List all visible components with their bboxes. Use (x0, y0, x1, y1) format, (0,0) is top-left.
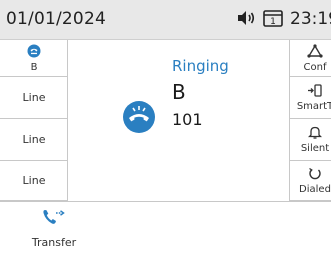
voicemail-icon: 1 (263, 9, 283, 31)
soft-key-column: Conf SmartT Silent Dialed (289, 40, 331, 201)
status-bar: 01/01/2024 1 23:19 (0, 0, 331, 40)
redial-icon (308, 166, 322, 183)
transfer-label: Transfer (31, 235, 77, 249)
line-key-2[interactable]: Line (0, 77, 68, 119)
line-key-b[interactable]: B (0, 40, 68, 77)
status-time: 23:19 (290, 9, 331, 29)
line-key-label: Line (22, 174, 46, 187)
user-call-icon (27, 44, 41, 61)
line-key-label: B (30, 61, 38, 73)
line-key-3[interactable]: Line (0, 119, 68, 161)
soft-key-label: Dialed (299, 184, 331, 195)
conf-button[interactable]: Conf (290, 40, 331, 77)
status-date: 01/01/2024 (6, 9, 106, 29)
soft-key-label: Silent (300, 143, 330, 154)
call-status: Ringing (172, 57, 229, 75)
soft-key-label: Conf (303, 61, 327, 73)
caller-number: 101 (172, 110, 203, 129)
smart-transfer-icon (307, 83, 323, 100)
call-transfer-icon (42, 208, 66, 232)
bottom-softkey-bar: Transfer (0, 201, 331, 253)
bell-icon (307, 125, 323, 142)
silent-button[interactable]: Silent (290, 119, 331, 161)
line-key-column: B Line Line Line (0, 40, 68, 201)
smart-transfer-button[interactable]: SmartT (290, 77, 331, 119)
dialed-button[interactable]: Dialed (290, 161, 331, 201)
speaker-volume-icon (237, 10, 257, 30)
line-key-4[interactable]: Line (0, 161, 68, 201)
conference-icon (307, 43, 323, 61)
line-key-label: Line (22, 133, 46, 146)
soft-key-label: SmartT (296, 100, 331, 112)
status-icons: 1 (237, 9, 283, 31)
caller-name: B (172, 80, 186, 104)
transfer-button[interactable]: Transfer (0, 202, 108, 253)
incoming-call-icon (123, 101, 155, 133)
svg-text:1: 1 (270, 17, 276, 27)
line-key-label: Line (22, 91, 46, 104)
